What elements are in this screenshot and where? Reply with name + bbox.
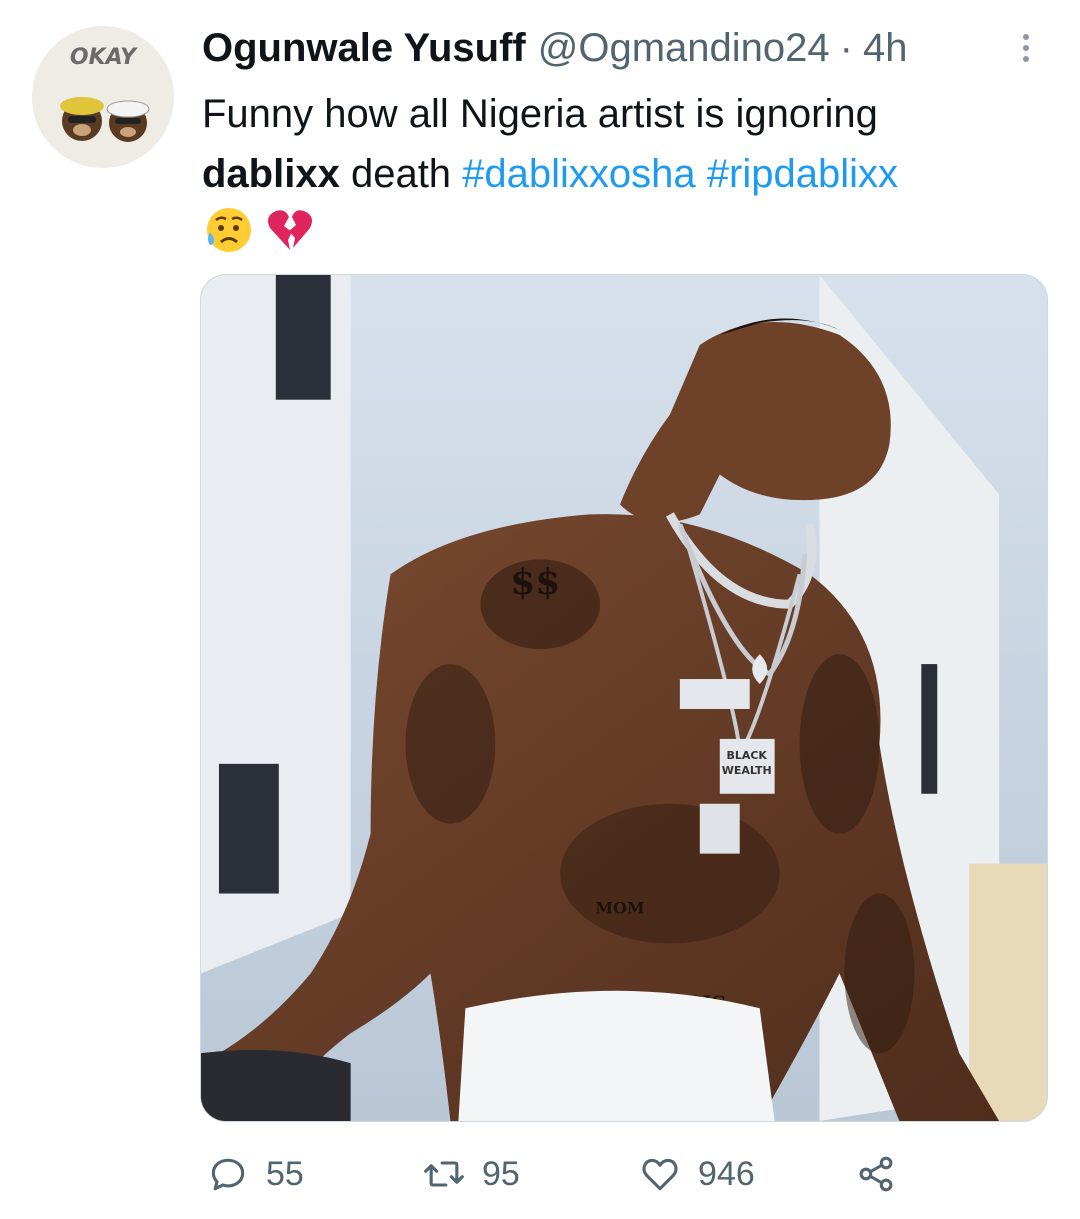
sad-but-relieved-face-icon: [207, 208, 251, 252]
tattoo-text: $$: [510, 561, 560, 603]
author-handle[interactable]: @Ogmandino24: [538, 24, 830, 72]
tweet-action-bar: 55 95 946: [200, 1144, 960, 1204]
reply-count: 55: [266, 1154, 304, 1193]
pendant-text: BLACK: [727, 749, 768, 762]
like-count: 946: [698, 1154, 755, 1193]
like-button[interactable]: 946: [638, 1144, 755, 1204]
share-button[interactable]: [854, 1144, 898, 1204]
bold-word: dablixx: [202, 152, 340, 196]
tweet-text: Funny how all Nigeria artist is ignoring…: [202, 84, 1052, 204]
tweet-photo[interactable]: BLACK WEALTH $$ MOM MUSIC: [200, 274, 1048, 1122]
share-icon: [859, 1156, 893, 1192]
text-segment: death: [339, 152, 463, 196]
broken-heart-icon: [268, 210, 312, 250]
retweet-button[interactable]: 95: [422, 1144, 520, 1204]
author-avatar[interactable]: OKAY: [32, 26, 174, 168]
author-name[interactable]: Ogunwale Yusuff: [202, 24, 526, 72]
tweet-text-line-1: Funny how all Nigeria artist is ignoring: [202, 92, 878, 136]
tweet-timestamp[interactable]: 4h: [863, 24, 908, 72]
avatar-logo-text: OKAY: [70, 45, 138, 70]
reply-button[interactable]: 55: [206, 1144, 304, 1204]
more-dot-icon: [1023, 56, 1029, 62]
hashtag-link[interactable]: #ripdablixx: [707, 152, 898, 196]
retweet-count: 95: [482, 1154, 520, 1193]
tattoo-text: MOM: [595, 898, 644, 917]
more-dot-icon: [1023, 45, 1029, 51]
pendant-text: WEALTH: [722, 764, 772, 777]
heart-icon: [642, 1158, 678, 1191]
reply-icon: [211, 1158, 245, 1191]
more-options-button[interactable]: [1012, 28, 1040, 68]
hashtag-link[interactable]: #dablixxosha: [462, 152, 696, 196]
retweet-icon: [424, 1161, 464, 1187]
emoji-row: [202, 204, 316, 260]
more-dot-icon: [1023, 34, 1029, 40]
separator-dot: ·: [839, 26, 853, 70]
tweet-header: Ogunwale Yusuff @Ogmandino24 · 4h: [202, 24, 1042, 72]
tweet-text-line-2: dablixx death #dablixxosha #ripdablixx: [202, 144, 1052, 204]
